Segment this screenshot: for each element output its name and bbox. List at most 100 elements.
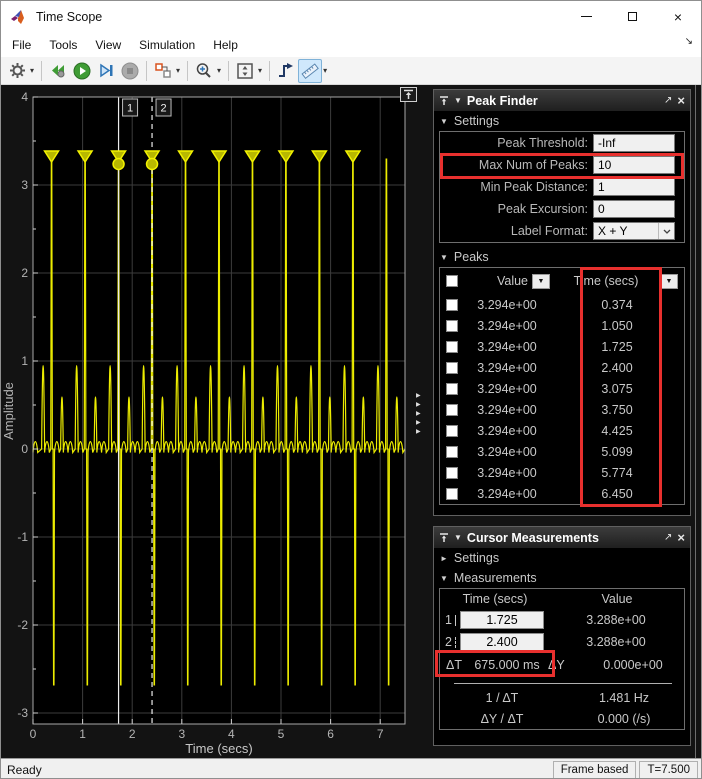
undock-panel-icon[interactable]: ↗ [664, 96, 672, 106]
peak-finder-header[interactable]: ▼ Peak Finder ↗ × [434, 90, 690, 111]
menu-view[interactable]: View [86, 35, 130, 55]
value-column-dropdown[interactable]: ▼ [532, 274, 550, 289]
splitter-arrow-icon: ▶ [416, 411, 428, 417]
minimize-button[interactable] [563, 1, 609, 32]
collapse-panel-icon[interactable]: ▼ [454, 96, 462, 105]
fit-dropdown-caret[interactable]: ▾ [257, 66, 265, 75]
peak-excursion-input[interactable]: 0 [593, 200, 675, 218]
divider [454, 683, 672, 684]
peak-threshold-input[interactable]: -Inf [593, 134, 675, 152]
frame-mode-cell: Frame based [553, 761, 637, 779]
delta-row: ΔT 675.000 ms ΔY 0.000e+00 [440, 653, 684, 676]
pin-panel-icon[interactable] [439, 533, 449, 543]
simulink-snapshot-button[interactable] [151, 59, 175, 83]
peak-value-cell: 3.294e+00 [464, 424, 550, 438]
label-format-label: Label Format: [440, 224, 593, 238]
time-column-dropdown[interactable]: ▼ [660, 274, 678, 289]
scope-settings-button[interactable] [5, 59, 29, 83]
peak-finder-settings-section[interactable]: ▼ Settings [434, 111, 690, 131]
peaks-section[interactable]: ▼ Peaks [434, 247, 690, 267]
peak-row-checkbox[interactable] [446, 299, 458, 311]
peaks-table-row: 3.294e+002.400 [440, 357, 684, 378]
peak-value-cell: 3.294e+00 [464, 445, 550, 459]
time-header: Time (secs) [440, 592, 550, 606]
cursor-measurements-header[interactable]: ▼ Cursor Measurements ↗ × [434, 527, 690, 548]
menu-file[interactable]: File [3, 35, 40, 55]
peak-row-checkbox[interactable] [446, 425, 458, 437]
close-panel-icon[interactable]: × [677, 94, 685, 107]
trigger-button[interactable] [274, 59, 298, 83]
close-panel-icon[interactable]: × [677, 531, 685, 544]
measurements-section[interactable]: ▼ Measurements [434, 568, 690, 588]
peak-excursion-row: Peak Excursion: 0 [440, 198, 684, 220]
cursor-measurements-button[interactable] [298, 59, 322, 83]
collapse-panel-icon[interactable]: ▼ [454, 533, 462, 542]
peak-row-checkbox[interactable] [446, 446, 458, 458]
cursor-1-time-input[interactable] [460, 611, 544, 629]
svg-text:2: 2 [129, 727, 136, 741]
undock-panel-icon[interactable]: ↗ [664, 533, 672, 543]
peak-threshold-label: Peak Threshold: [440, 136, 593, 150]
label-format-select[interactable]: X + Y [593, 222, 675, 240]
scope-plot[interactable]: 1201234567-3-2-101234Time (secs)Amplitud… [1, 85, 433, 758]
rewind-button[interactable] [46, 59, 70, 83]
trigger-icon [277, 62, 295, 79]
peak-row-checkbox[interactable] [446, 341, 458, 353]
maximize-button[interactable] [609, 1, 655, 32]
min-peak-distance-input[interactable]: 1 [593, 178, 675, 196]
cursor-2-time-input[interactable] [460, 633, 544, 651]
peak-row-checkbox[interactable] [446, 467, 458, 479]
pin-panel-icon[interactable] [439, 96, 449, 106]
peak-time-cell: 6.450 [550, 487, 684, 501]
step-forward-button[interactable] [94, 59, 118, 83]
play-icon [73, 62, 91, 80]
measurements-dropdown-caret[interactable]: ▾ [322, 66, 330, 75]
cursor-measurements-title: Cursor Measurements [467, 531, 659, 545]
toolbar: ▾ [1, 57, 701, 85]
dock-panel-button[interactable] [400, 87, 417, 102]
dy-dt-label: ΔY / ΔT [440, 712, 564, 726]
stop-button[interactable] [118, 59, 142, 83]
svg-text:2: 2 [21, 266, 28, 280]
peak-row-checkbox[interactable] [446, 362, 458, 374]
chevron-down-icon [658, 223, 674, 239]
menu-simulation[interactable]: Simulation [130, 35, 204, 55]
cursor-2-value: 3.288e+00 [548, 635, 684, 649]
peak-time-cell: 0.374 [550, 298, 684, 312]
window-title: Time Scope [36, 10, 102, 24]
zoom-in-icon [195, 62, 213, 80]
sim-time-cell: T=7.500 [639, 761, 698, 779]
peak-row-checkbox[interactable] [446, 488, 458, 500]
panel-splitter-handle[interactable]: ▶ ▶ ▶ ▶ ▶ [416, 393, 428, 435]
section-expanded-icon: ▼ [440, 574, 448, 583]
menu-tools[interactable]: Tools [40, 35, 86, 55]
cursor-settings-section[interactable]: ► Settings [434, 548, 690, 568]
min-peak-distance-label: Min Peak Distance: [440, 180, 593, 194]
svg-text:3: 3 [178, 727, 185, 741]
cursor-1-label: 1 [127, 103, 133, 115]
peak-row-checkbox[interactable] [446, 320, 458, 332]
menubar-overflow-icon[interactable]: ↘ [685, 36, 693, 47]
max-num-peaks-input[interactable]: 10 [593, 156, 675, 174]
svg-text:1: 1 [79, 727, 86, 741]
settings-dropdown-caret[interactable]: ▾ [29, 66, 37, 75]
cursor-peak-circle-marker [113, 159, 124, 170]
select-all-checkbox[interactable] [446, 275, 458, 287]
run-button[interactable] [70, 59, 94, 83]
fit-to-view-button[interactable] [233, 59, 257, 83]
peak-row-checkbox[interactable] [446, 383, 458, 395]
menu-help[interactable]: Help [204, 35, 247, 55]
close-button[interactable]: × [655, 1, 701, 32]
gear-icon [9, 62, 26, 79]
max-num-peaks-label: Max Num of Peaks: [440, 158, 593, 172]
peak-time-cell: 3.750 [550, 403, 684, 417]
snapshot-dropdown-caret[interactable]: ▾ [175, 66, 183, 75]
peaks-table: Value ▼ Time (secs) ▼ 3.294e+000.3743.29… [439, 267, 685, 505]
peak-row-checkbox[interactable] [446, 404, 458, 416]
section-expanded-icon: ▼ [440, 253, 448, 262]
y-axis-label: Amplitude [1, 382, 16, 440]
peaks-table-row: 3.294e+005.099 [440, 441, 684, 462]
svg-text:4: 4 [21, 90, 28, 104]
zoom-in-button[interactable] [192, 59, 216, 83]
zoom-dropdown-caret[interactable]: ▾ [216, 66, 224, 75]
